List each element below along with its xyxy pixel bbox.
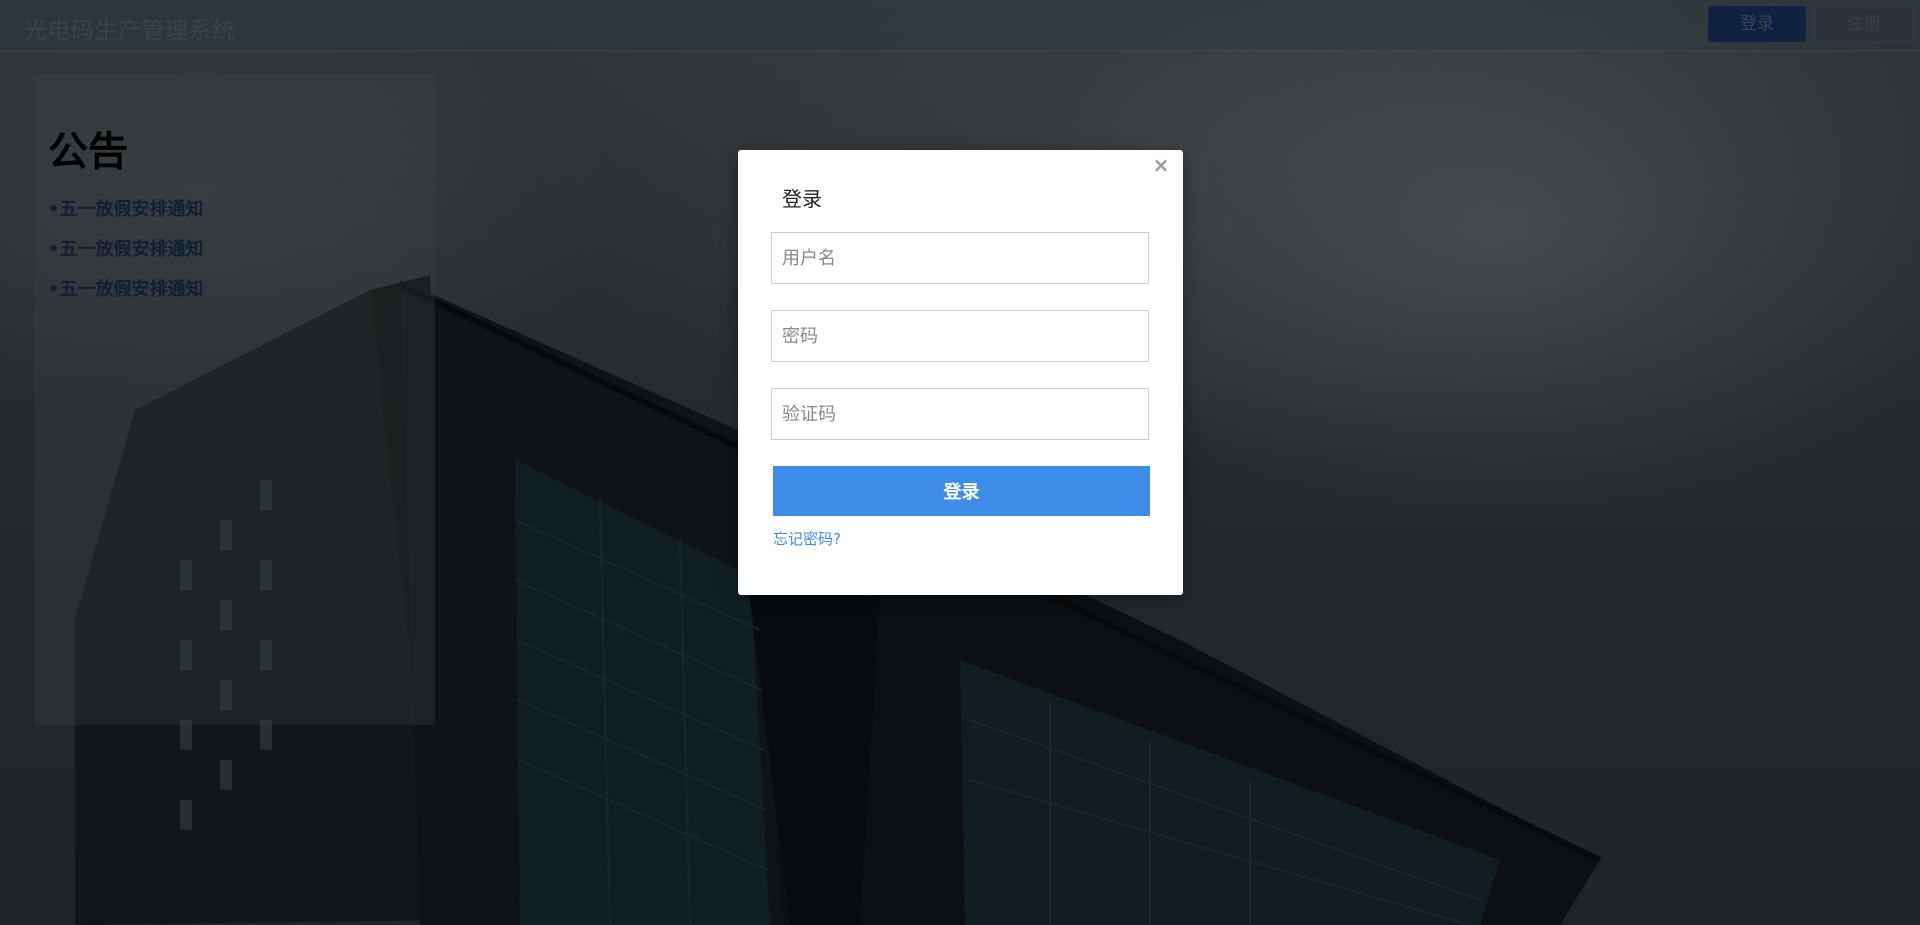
forgot-password-link[interactable]: 忘记密码? xyxy=(773,528,841,549)
login-modal: × 登录 登录 忘记密码? xyxy=(738,150,1183,595)
close-icon[interactable]: × xyxy=(1150,154,1172,176)
login-submit-button[interactable]: 登录 xyxy=(773,466,1150,516)
username-input[interactable] xyxy=(771,232,1149,284)
modal-title: 登录 xyxy=(782,187,822,211)
password-input[interactable] xyxy=(771,310,1149,362)
captcha-input[interactable] xyxy=(771,388,1149,440)
